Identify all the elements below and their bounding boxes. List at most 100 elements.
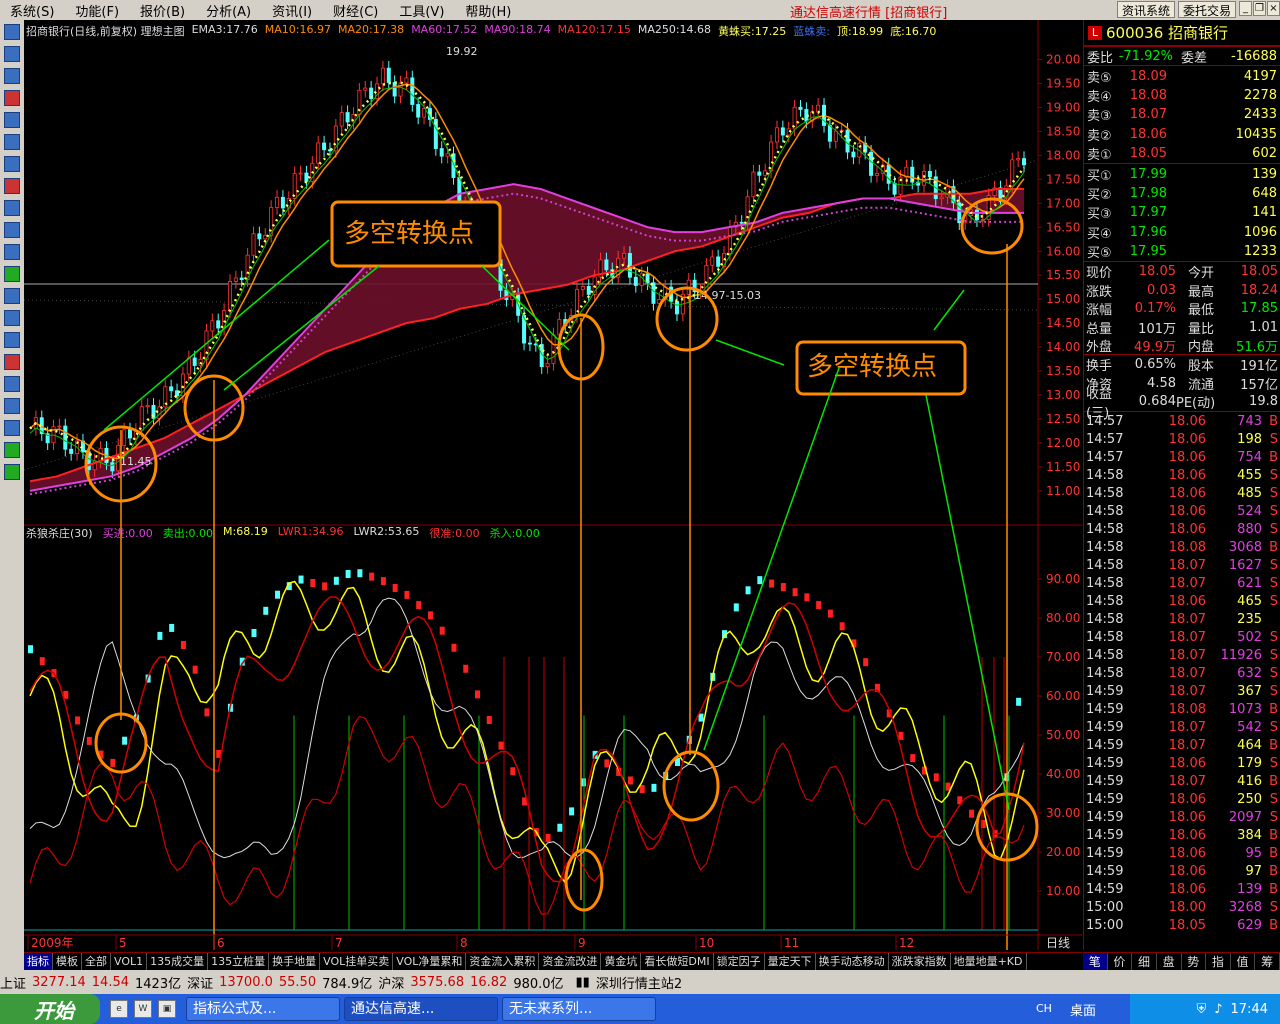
users-icon[interactable] <box>4 178 20 194</box>
menu-finance[interactable]: 财经(C) <box>323 1 389 20</box>
buy-orders: 买① 17.99 139 买② 17.98 648 买③ 17.97 141 买④ 17.96 109… <box>1084 163 1280 261</box>
close-icon[interactable]: × <box>1267 1 1280 16</box>
indicator-tab[interactable]: 指标 <box>24 953 53 970</box>
dollar-icon[interactable] <box>4 354 20 370</box>
language-indicator[interactable]: CH <box>1036 1002 1052 1015</box>
right-tab[interactable]: 值 <box>1231 953 1256 970</box>
task-formula[interactable]: 指标公式及... <box>186 997 340 1021</box>
indicator-tab[interactable]: 涨跌家指数 <box>889 953 951 970</box>
timeline-icon[interactable] <box>4 46 20 62</box>
indicator-tab[interactable]: 135成交量 <box>147 953 209 970</box>
list-icon[interactable] <box>4 134 20 150</box>
pen-icon[interactable] <box>4 376 20 392</box>
word-icon[interactable]: W <box>134 1000 152 1018</box>
right-tab[interactable]: 盘 <box>1157 953 1182 970</box>
indicator-tab[interactable]: 模板 <box>53 953 82 970</box>
trade-volume: 542 <box>1237 719 1262 735</box>
sell-order-row[interactable]: 卖① 18.05 602 <box>1084 144 1280 163</box>
server-name[interactable]: 深圳行情主站2 <box>596 973 682 992</box>
menu-info[interactable]: 资讯(I) <box>262 1 323 20</box>
menu-quote[interactable]: 报价(B) <box>130 1 196 20</box>
buy-order-row[interactable]: 买② 17.98 648 <box>1084 184 1280 203</box>
news-icon[interactable] <box>4 112 20 128</box>
chart-area[interactable]: 多空转换点 多空转换点 19.92 11.45 14.97-15.03 20.0… <box>24 20 1082 970</box>
buy-order-row[interactable]: 买⑤ 17.95 1233 <box>1084 242 1280 261</box>
menu-function[interactable]: 功能(F) <box>65 1 130 20</box>
indicator-tab[interactable]: 资金流入累积 <box>466 953 540 970</box>
right-tab[interactable]: 指 <box>1206 953 1231 970</box>
chart-icon[interactable] <box>4 68 20 84</box>
app-icon[interactable]: ▣ <box>158 1000 176 1018</box>
right-tab[interactable]: 细 <box>1132 953 1157 970</box>
restore-icon[interactable]: ❐ <box>1253 1 1266 16</box>
order-volume: 4197 <box>1243 68 1277 84</box>
browser-icon[interactable]: e <box>110 1000 128 1018</box>
volume-icon[interactable]: ♪ <box>1214 1002 1222 1017</box>
document-icon[interactable] <box>4 244 20 260</box>
indicator-tick-label: 90.00 <box>1046 572 1080 586</box>
trade-price: 18.07 <box>1168 683 1206 699</box>
move-icon[interactable] <box>4 420 20 436</box>
indicator-tab[interactable]: VOL1 <box>111 953 148 970</box>
quick-launch: e W ▣ <box>110 1000 176 1018</box>
kline-icon[interactable] <box>4 24 20 40</box>
right-tab[interactable]: 笔 <box>1083 953 1108 970</box>
indicator-tab[interactable]: 量定天下 <box>765 953 816 970</box>
sell-order-row[interactable]: 卖④ 18.08 2278 <box>1084 86 1280 105</box>
indicator-tab[interactable]: 看长做短DMI <box>641 953 714 970</box>
search-icon[interactable] <box>4 222 20 238</box>
compass-icon[interactable] <box>4 200 20 216</box>
indicator-tab[interactable]: 换手地量 <box>269 953 321 970</box>
line-chart-icon[interactable] <box>4 266 20 282</box>
indicator-tab[interactable]: 135立桩量 <box>208 953 270 970</box>
indicator-tab[interactable]: 换手动态移动 <box>816 953 889 970</box>
bar-chart-icon[interactable] <box>4 90 20 106</box>
indicator-tab[interactable]: 黄金坑 <box>601 953 642 970</box>
menu-help[interactable]: 帮助(H) <box>455 1 522 20</box>
indicator-tab[interactable]: VOL挂单买卖 <box>320 953 394 970</box>
task-series[interactable]: 无未来系列... <box>502 997 656 1021</box>
task-tdx[interactable]: 通达信高速... <box>344 997 498 1021</box>
calendar-icon[interactable] <box>4 156 20 172</box>
minimize-icon[interactable]: _ <box>1239 1 1252 16</box>
arrow-up-icon[interactable] <box>4 442 20 458</box>
desktop-toolbar[interactable]: 桌面 <box>1070 1000 1096 1019</box>
indicator-block <box>357 569 363 578</box>
candle-body <box>186 357 191 375</box>
buy-order-row[interactable]: 买① 17.99 139 <box>1084 164 1280 184</box>
sell-order-row[interactable]: 卖⑤ 18.09 4197 <box>1084 66 1280 86</box>
menu-system[interactable]: 系统(S) <box>0 1 65 20</box>
quote-value: 17.85 <box>1240 301 1278 317</box>
trade-time: 14:58 <box>1086 557 1124 573</box>
panel-icon[interactable] <box>4 332 20 348</box>
sell-order-row[interactable]: 卖② 18.06 10435 <box>1084 125 1280 144</box>
indicator-tab[interactable]: VOL净量累和 <box>393 953 467 970</box>
shield-icon[interactable]: ⛨ <box>1196 1002 1206 1017</box>
buy-order-row[interactable]: 买④ 17.96 1096 <box>1084 223 1280 242</box>
candle-body <box>275 196 280 208</box>
menu-analysis[interactable]: 分析(A) <box>196 1 262 20</box>
candle-body <box>122 429 127 446</box>
trade-order-button[interactable]: 委托交易 <box>1177 1 1236 18</box>
info-system-button[interactable]: 资讯系统 <box>1116 1 1175 18</box>
export-icon[interactable] <box>4 398 20 414</box>
indicator-tab[interactable]: 资金流改进 <box>539 953 602 970</box>
menu-tools[interactable]: 工具(V) <box>389 1 455 20</box>
indicator-block <box>898 731 904 740</box>
kline-chart[interactable]: 多空转换点 多空转换点 19.92 11.45 14.97-15.03 20.0… <box>24 20 1082 950</box>
start-button[interactable]: 开始 <box>0 994 100 1024</box>
buy-order-row[interactable]: 买③ 17.97 141 <box>1084 203 1280 222</box>
indicator-tab[interactable]: 地量地量+KD <box>951 953 1027 970</box>
indicator-tab[interactable]: 锁定因子 <box>714 953 765 970</box>
candle-body <box>739 221 744 224</box>
calculator-icon[interactable] <box>4 310 20 326</box>
sell-order-row[interactable]: 卖③ 18.07 2433 <box>1084 105 1280 124</box>
indicator-tab[interactable]: 全部 <box>82 953 111 970</box>
stats-icon[interactable] <box>4 288 20 304</box>
candle-body <box>869 151 874 176</box>
arrow-down-icon[interactable] <box>4 464 20 480</box>
quote-row: 收益(三) 0.684 PE(动) 19.8 <box>1084 387 1280 421</box>
right-tab[interactable]: 筹 <box>1255 953 1280 970</box>
right-tab[interactable]: 价 <box>1108 953 1133 970</box>
right-tab[interactable]: 势 <box>1182 953 1207 970</box>
